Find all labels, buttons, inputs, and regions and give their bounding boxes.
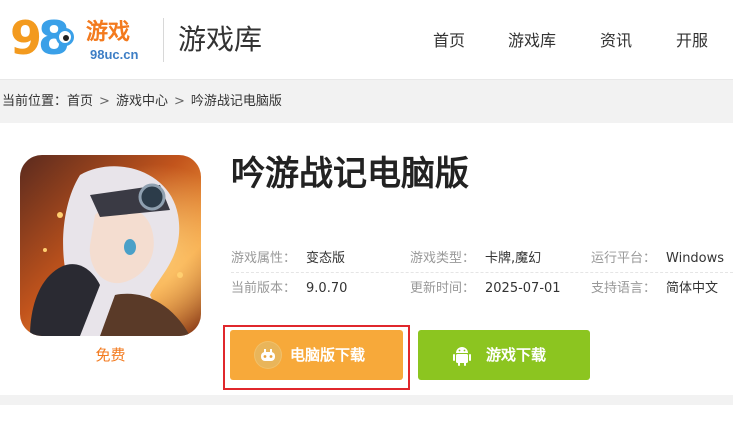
nav-item-game-library[interactable]: 游戏库 [508, 30, 556, 52]
breadcrumb: 当前位置：首页 > 游戏中心 > 吟游战记电脑版 [2, 93, 282, 111]
logo-eye-icon [56, 28, 74, 46]
info-platform: 运行平台： Windows [591, 251, 725, 266]
nav-item-home[interactable]: 首页 [433, 30, 465, 52]
nav-item-server[interactable]: 开服 [676, 30, 708, 52]
game-download-label: 游戏下载 [486, 346, 547, 364]
breadcrumb-separator: > [173, 94, 185, 109]
next-section [0, 405, 733, 441]
section-title: 游戏库 [178, 23, 263, 56]
pc-download-button[interactable]: 电脑版下载 [230, 330, 403, 380]
gamepad-icon [254, 341, 282, 369]
logo-text: 游戏 [86, 20, 131, 45]
game-title: 吟游战记电脑版 [231, 154, 469, 194]
site-logo[interactable]: 98 游戏 98uc.cn [10, 8, 155, 70]
info-attribute: 游戏属性： 变态版 [231, 251, 346, 266]
game-detail-card: 免费 吟游战记电脑版 游戏属性： 变态版 游戏类型： 卡牌,魔幻 运行平台： Wind… [0, 123, 733, 395]
breadcrumb-separator: > [99, 94, 110, 109]
breadcrumb-item-current[interactable]: 吟游战记电脑版 [191, 94, 282, 109]
android-icon [448, 341, 476, 369]
pc-download-label: 电脑版下载 [290, 346, 366, 364]
site-header: 98 游戏 98uc.cn 游戏库 首页 游戏库 资讯 开服 [0, 0, 733, 80]
price-label: 免费 [95, 346, 126, 364]
header-divider [163, 18, 164, 62]
nav-item-news[interactable]: 资讯 [600, 30, 632, 52]
breadcrumb-item-home[interactable]: 首页 [67, 94, 93, 109]
info-type: 游戏类型： 卡牌,魔幻 [410, 251, 542, 266]
game-info-row: 当前版本： 9.0.70 更新时间： 2025-07-01 支持语言： 简体中文 [231, 275, 733, 303]
game-download-button[interactable]: 游戏下载 [418, 330, 590, 380]
info-updated: 更新时间： 2025-07-01 [410, 281, 561, 296]
info-version: 当前版本： 9.0.70 [231, 281, 348, 296]
game-info-row: 游戏属性： 变态版 游戏类型： 卡牌,魔幻 运行平台： Windows [231, 245, 733, 273]
logo-url: 98uc.cn [90, 47, 139, 62]
breadcrumb-prefix: 当前位置： [2, 94, 68, 109]
info-language: 支持语言： 简体中文 [591, 281, 719, 296]
game-icon-image [20, 155, 201, 336]
breadcrumb-item-game-center[interactable]: 游戏中心 [116, 94, 168, 109]
